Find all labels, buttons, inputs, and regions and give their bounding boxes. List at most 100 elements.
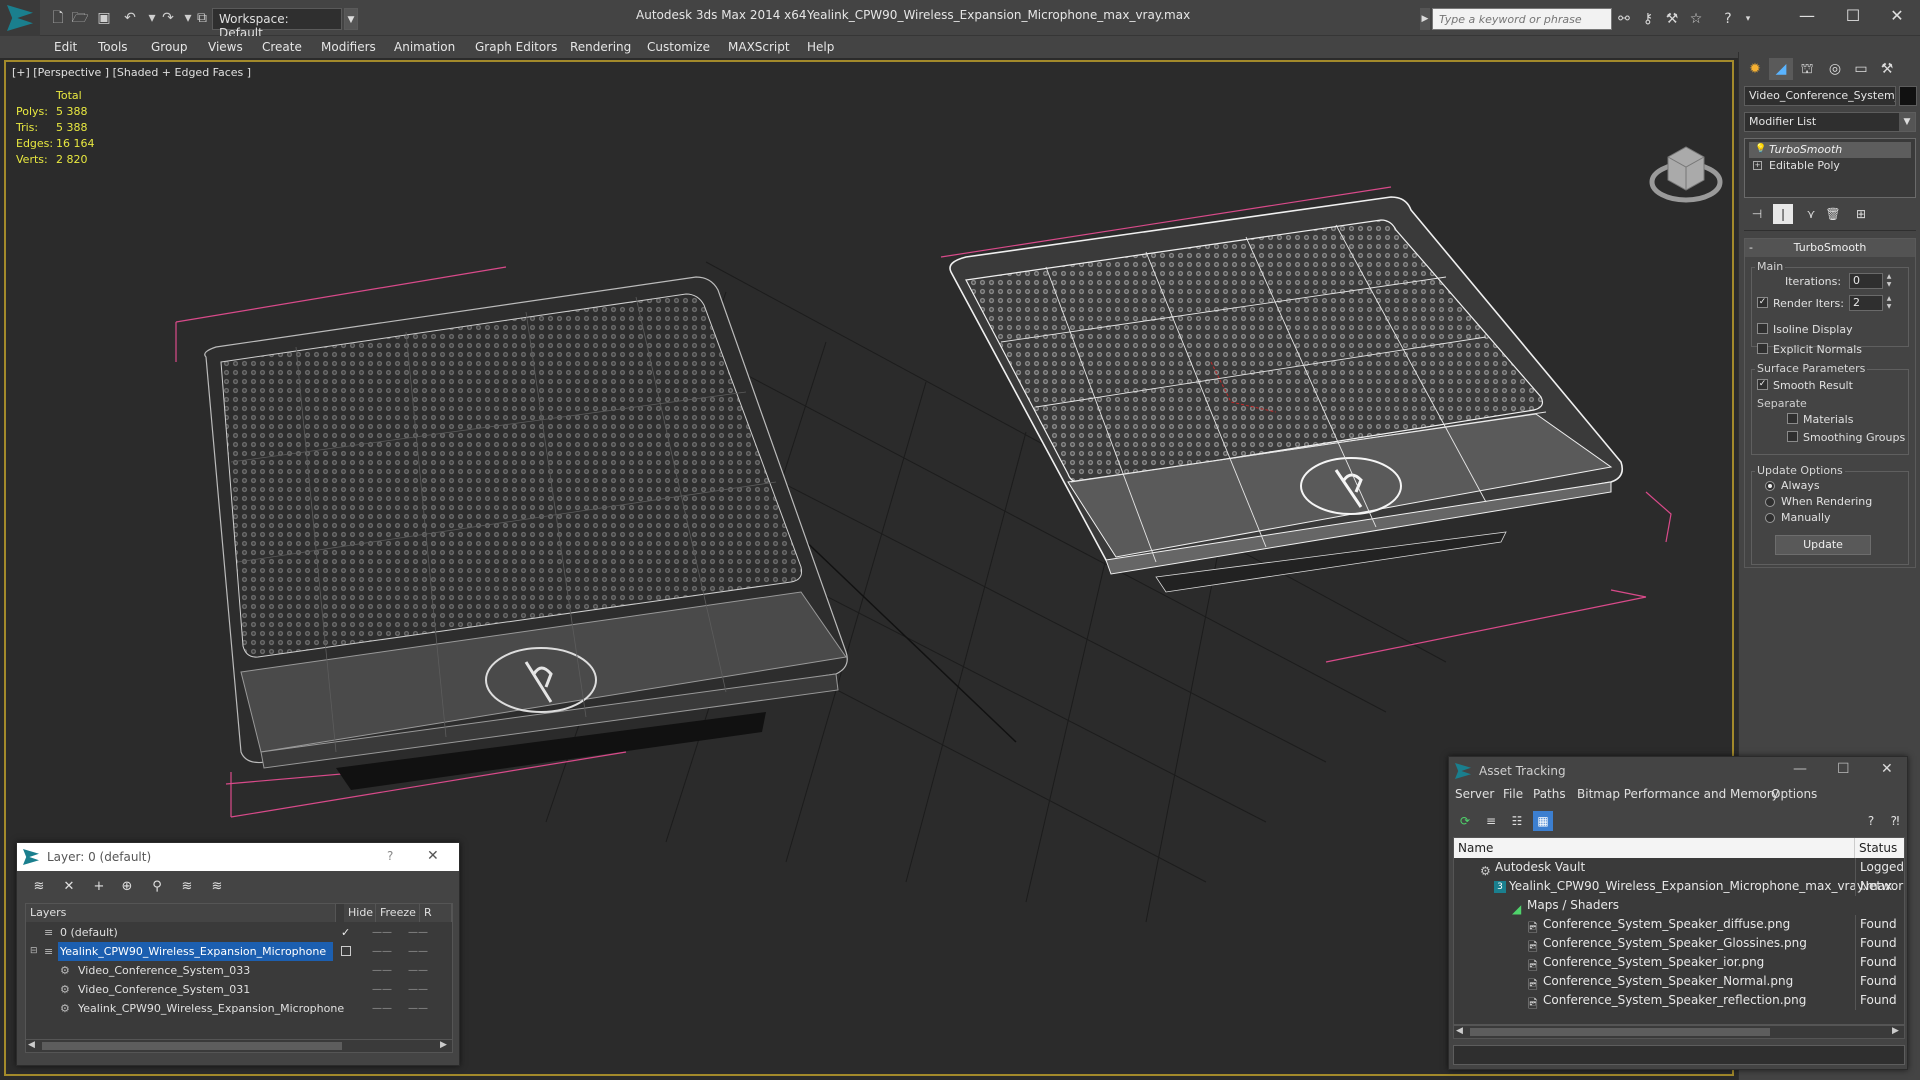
maximize-button[interactable]: ☐	[1830, 2, 1876, 30]
highlight-layer-icon[interactable]: ⚲	[147, 877, 167, 897]
utilities-tab-icon[interactable]: ⚒	[1875, 58, 1899, 80]
motion-tab-icon[interactable]: ◎	[1823, 58, 1847, 80]
smoothing-groups-checkbox[interactable]	[1787, 431, 1798, 442]
spinner-arrows-icon[interactable]: ▲ ▼	[1885, 273, 1893, 289]
manually-radio[interactable]	[1765, 513, 1775, 523]
hide-toggle[interactable]: ——	[372, 980, 392, 999]
stack-item-editable-poly[interactable]: Editable Poly	[1749, 158, 1911, 174]
explicit-normals-checkbox[interactable]	[1757, 343, 1768, 354]
scrollbar-thumb[interactable]	[42, 1042, 342, 1050]
freeze-toggle[interactable]: ——	[408, 961, 428, 980]
hide-all-layers-icon[interactable]: ≋	[177, 877, 197, 897]
close-button[interactable]: ✕	[1874, 2, 1920, 30]
modify-tab-icon[interactable]: ◢	[1769, 58, 1793, 80]
modifier-list-dropdown[interactable]: Modifier List	[1744, 112, 1916, 132]
hide-toggle[interactable]: ——	[372, 999, 392, 1018]
new-file-icon[interactable]: 🗋	[48, 8, 68, 28]
object-color-swatch[interactable]	[1899, 86, 1917, 106]
workspace-dropdown-icon[interactable]: ▼	[344, 8, 358, 30]
tree-view-icon[interactable]: ☷	[1507, 811, 1527, 831]
isoline-display-checkbox[interactable]	[1757, 323, 1768, 334]
column-header-render[interactable]: R	[420, 904, 452, 922]
help-icon[interactable]: ?	[1718, 9, 1738, 29]
display-tab-icon[interactable]: ▭	[1849, 58, 1873, 80]
menu-rendering[interactable]: Rendering	[570, 36, 631, 58]
freeze-all-layers-icon[interactable]: ≋	[207, 877, 227, 897]
hide-toggle[interactable]: ——	[372, 923, 392, 942]
asset-row[interactable]: ⚙Autodesk Vault Logged O	[1454, 858, 1904, 878]
menu-group[interactable]: Group	[151, 36, 188, 58]
asset-row[interactable]: 🖻 Conference_System_Speaker_ior.png Found	[1454, 953, 1904, 973]
project-folder-icon[interactable]: ⧉	[192, 8, 212, 28]
workspace-select[interactable]: Workspace: Default	[212, 8, 342, 40]
hide-toggle[interactable]: ——	[372, 942, 392, 961]
communication-center-icon[interactable]: ⚒	[1662, 9, 1682, 29]
collapse-minus-icon[interactable]: -	[1749, 239, 1753, 257]
asset-row[interactable]: 🖻 Conference_System_Speaker_Glossines.png…	[1454, 934, 1904, 954]
asset-row[interactable]: 🖻 Conference_System_Speaker_reflection.pn…	[1454, 991, 1904, 1011]
render-iters-spinner[interactable]: 2	[1849, 295, 1883, 311]
binoculars-icon[interactable]: ⚯	[1614, 9, 1634, 29]
menu-help[interactable]: Help	[807, 36, 834, 58]
layer-row[interactable]: ⚙ Video_Conference_System_033 —— ——	[26, 961, 452, 980]
active-layer-check-icon[interactable]: ✓	[341, 923, 350, 942]
show-end-result-icon[interactable]: ❘	[1773, 204, 1793, 224]
create-layer-icon[interactable]: ≋	[29, 877, 49, 897]
search-input[interactable]	[1433, 9, 1611, 29]
spinner-arrows-icon[interactable]: ▲ ▼	[1885, 295, 1893, 311]
scroll-left-icon[interactable]: ◀	[28, 1040, 35, 1050]
scroll-right-icon[interactable]: ▶	[440, 1040, 447, 1050]
menu-modifiers[interactable]: Modifiers	[321, 36, 376, 58]
subscription-key-icon[interactable]: ⚷	[1638, 9, 1658, 29]
scroll-left-icon[interactable]: ◀	[1456, 1026, 1463, 1036]
layer-row[interactable]: ≡ 0 (default) ✓ —— ——	[26, 923, 452, 942]
smooth-result-checkbox[interactable]: ✓	[1757, 379, 1768, 390]
hide-toggle[interactable]: ——	[372, 961, 392, 980]
iterations-spinner[interactable]: 0	[1849, 273, 1883, 289]
layer-row[interactable]: ⊟ ≡ Yealink_CPW90_Wireless_Expansion_Mic…	[26, 942, 452, 961]
menu-animation[interactable]: Animation	[394, 36, 455, 58]
layer-row[interactable]: ⚙ Yealink_CPW90_Wireless_Expansion_Micro…	[26, 999, 452, 1018]
column-header-name[interactable]: Name	[1454, 838, 1855, 858]
close-button[interactable]: ✕	[1881, 761, 1893, 777]
help-info-icon[interactable]: ⁈	[1885, 811, 1905, 831]
collapse-icon[interactable]: ⊟	[30, 942, 38, 961]
menu-create[interactable]: Create	[262, 36, 302, 58]
add-to-layer-icon[interactable]: +	[89, 877, 109, 897]
menu-options[interactable]: Options	[1771, 787, 1817, 801]
create-tab-icon[interactable]: ✹	[1743, 58, 1767, 80]
menu-graph-editors[interactable]: Graph Editors	[475, 36, 557, 58]
menu-customize[interactable]: Customize	[647, 36, 710, 58]
minimize-button[interactable]: —	[1793, 761, 1807, 777]
viewport-label[interactable]: [+] [Perspective ] [Shaded + Edged Faces…	[12, 66, 251, 79]
rollout-title[interactable]: TurboSmooth	[1745, 239, 1915, 257]
stack-item-turbosmooth[interactable]: TurboSmooth	[1749, 142, 1911, 158]
when-rendering-radio[interactable]	[1765, 497, 1775, 507]
materials-checkbox[interactable]	[1787, 413, 1798, 424]
freeze-toggle[interactable]: ——	[408, 923, 428, 942]
help-dropdown-icon[interactable]: ▾	[1738, 9, 1758, 29]
pin-stack-icon[interactable]: ⊣	[1747, 204, 1767, 224]
always-radio[interactable]	[1765, 481, 1775, 491]
menu-edit[interactable]: Edit	[54, 36, 77, 58]
column-header-status[interactable]: Status	[1855, 838, 1904, 858]
favorites-star-icon[interactable]: ☆	[1686, 9, 1706, 29]
make-unique-icon[interactable]: ⋎	[1801, 204, 1821, 224]
menu-server[interactable]: Server	[1455, 787, 1494, 801]
search-expand-icon[interactable]: ▶	[1420, 8, 1430, 30]
close-button[interactable]: ✕	[427, 848, 439, 864]
redo-icon[interactable]: ↷	[158, 8, 178, 28]
update-button[interactable]: Update	[1775, 535, 1871, 555]
search-box[interactable]	[1432, 8, 1612, 30]
horizontal-scrollbar[interactable]: ◀ ▶	[25, 1039, 453, 1053]
menu-maxscript[interactable]: MAXScript	[728, 36, 790, 58]
menu-bitmap-performance[interactable]: Bitmap Performance and Memory	[1577, 787, 1779, 801]
expand-plus-icon[interactable]: +	[1753, 161, 1762, 170]
select-in-layer-icon[interactable]: ⊕	[117, 877, 137, 897]
layer-window-titlebar[interactable]: Layer: 0 (default) ? ✕	[17, 843, 459, 871]
menu-paths[interactable]: Paths	[1533, 787, 1566, 801]
lightbulb-icon[interactable]: 💡	[1755, 144, 1766, 154]
render-iters-checkbox[interactable]: ✓	[1757, 297, 1768, 308]
scroll-right-icon[interactable]: ▶	[1892, 1026, 1899, 1036]
asset-row[interactable]: 🖻 Conference_System_Speaker_diffuse.png F…	[1454, 915, 1904, 935]
